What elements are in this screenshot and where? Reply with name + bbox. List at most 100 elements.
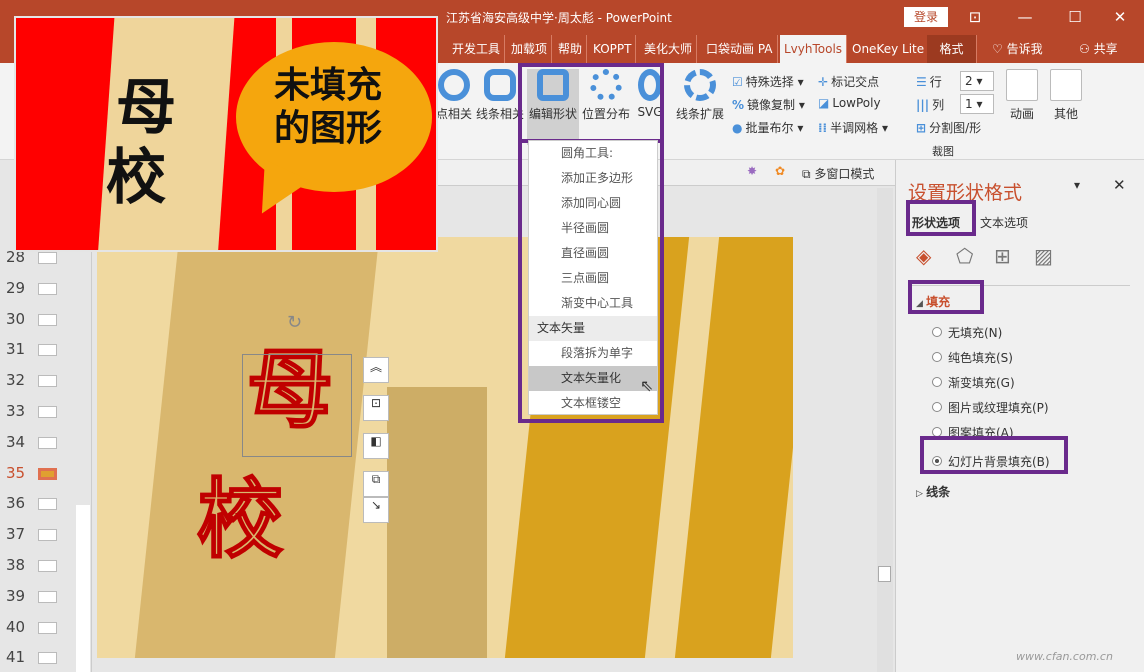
tab-developer[interactable]: 开发工具 [448,35,505,63]
tab-meihua[interactable]: 美化大师 [640,35,697,63]
fill-radio[interactable] [932,402,942,412]
bubble-line-1: 未填充 [274,64,382,107]
grid-icon: ⁞⁞ [818,121,827,135]
cross-icon: ✛ [818,75,828,89]
slide-thumbnail[interactable] [38,437,57,449]
label: 标记交点 [831,75,879,89]
bubble-line-2: 的图形 [274,107,382,150]
slide-thumbnail[interactable] [38,498,57,510]
label: 行 [930,75,942,89]
cols-select[interactable]: 1 ▾ [960,94,994,114]
tab-addins[interactable]: 加载项 [507,35,552,63]
other-button[interactable]: 其他 [1048,69,1084,122]
label: 线条扩展 [676,107,724,121]
label: 镜像复制 [747,98,795,112]
login-button[interactable]: 登录 [904,7,948,27]
layout-icon[interactable]: ︽ [363,357,389,383]
slide-thumbnail[interactable] [38,283,57,295]
point-icon [438,69,470,101]
arrange-icon[interactable]: ◧ [363,433,389,459]
batch-boolean-button[interactable]: ●批量布尔 ▾ [732,119,803,136]
preview-char-xiao: 校 [106,148,166,208]
boolean-icon: ● [732,121,742,135]
picture-icon[interactable]: ▨ [1034,244,1053,268]
special-select-button[interactable]: ☑特殊选择 ▾ [732,73,804,90]
halftone-grid-button[interactable]: ⁞⁞半调网格 ▾ [818,119,888,136]
line-expand-button[interactable]: 线条扩展 [674,69,726,122]
fill-radio[interactable] [932,327,942,337]
watermark: www.cfan.com.cn [1016,650,1113,663]
close-button[interactable]: ✕ [1105,6,1135,28]
rotate-handle-icon[interactable]: ↻ [287,312,302,333]
fill-line-icon[interactable]: ◈ [916,244,931,268]
tab-lvyhtools[interactable]: LvyhTools [780,35,847,63]
label: 特殊选择 [746,75,794,89]
slide-canvas[interactable]: 母 校 ↻ ︽ ⊡ ◧ ⧉ ↘ [97,237,793,658]
slide-thumbnail[interactable] [38,468,57,480]
value: 1 [965,97,973,111]
cols-icon: ||| [916,98,929,112]
slide-thumbnail[interactable] [38,375,57,387]
mark-intersection-button[interactable]: ✛标记交点 [818,73,879,90]
gear-icon[interactable]: ✿ [775,164,785,178]
scrollbar[interactable] [76,505,90,672]
slide-thumbnail[interactable] [38,529,57,541]
label: 其他 [1054,107,1078,121]
tab-help[interactable]: 帮助 [554,35,587,63]
line-section-toggle[interactable]: ▷ 线条 [916,483,950,500]
split-button[interactable]: ⊞分割图/形 [916,119,981,136]
slide-thumbnail[interactable] [38,252,57,264]
rows-select[interactable]: 2 ▾ [960,71,994,91]
label: 多窗口模式 [814,167,874,181]
maximize-button[interactable]: ☐ [1060,6,1090,28]
effects-icon[interactable]: ⬠ [956,244,973,268]
slide-thumbnail[interactable] [38,560,57,572]
copy-icon[interactable]: ⧉ [363,471,389,497]
lowpoly-button[interactable]: ◪LowPoly [818,96,881,110]
tab-pocket-animation[interactable]: 口袋动画 PA [702,35,778,63]
float-toolbar: ︽ ⊡ ◧ ⧉ [363,357,389,517]
tab-text-options[interactable]: 文本选项 [980,214,1028,231]
size-properties-icon[interactable]: ⊞ [994,244,1011,268]
slide-char-xiao[interactable]: 校 [197,477,283,563]
label: 半调网格 [830,121,878,135]
selection-box[interactable] [242,354,352,457]
slide-thumbnail[interactable] [38,406,57,418]
ribbon-display-button[interactable]: ⊡ [960,6,990,28]
animation-button[interactable]: 动画 [1004,69,1040,122]
slide-thumbnail[interactable] [38,652,57,664]
tell-me[interactable]: ♡ 告诉我 [988,35,1047,63]
fill-option-label[interactable]: 渐变填充(G) [948,374,1015,391]
align-icon[interactable]: ⊡ [363,395,389,421]
resize-icon[interactable]: ↘ [363,497,389,523]
tab-onekey[interactable]: OneKey Lite [848,35,929,63]
share-button[interactable]: ⚇ 共享 [1075,35,1122,63]
slide-thumbnail[interactable] [38,622,57,634]
slide-thumbnail[interactable] [38,314,57,326]
slide-number: 36 [6,494,25,512]
slide-thumbnail[interactable] [38,591,57,603]
mirror-copy-button[interactable]: %镜像复制 ▾ [732,96,805,113]
minimize-button[interactable]: — [1010,6,1040,28]
slide-number: 38 [6,556,25,574]
pane-options-icon[interactable]: ▾ [1074,178,1080,192]
tab-format[interactable]: 格式 [927,35,977,63]
multiwindow-button[interactable]: ⧉ 多窗口模式 [802,165,874,182]
fill-option-label[interactable]: 图片或纹理填充(P) [948,399,1049,416]
fill-option-label[interactable]: 无填充(N) [948,324,1002,341]
pane-close-icon[interactable]: ✕ [1113,176,1126,194]
rows-label: ☰行 [916,73,942,90]
vertical-scrollbar[interactable] [877,188,893,672]
lightbulb-icon: ♡ [992,42,1007,56]
slide-number: 29 [6,279,25,297]
magic-icon[interactable]: ✸ [747,164,757,178]
window-title: 江苏省海安高级中学·周太彪 - PowerPoint [446,9,672,26]
fill-option-label[interactable]: 纯色填充(S) [948,349,1013,366]
slide-thumbnail[interactable] [38,344,57,356]
mouse-cursor-icon: ⇖ [640,376,653,395]
scroll-thumb[interactable] [878,566,891,582]
fill-radio[interactable] [932,377,942,387]
tab-koppt[interactable]: KOPPT [589,35,636,63]
split-icon: ⊞ [916,121,926,135]
fill-radio[interactable] [932,352,942,362]
